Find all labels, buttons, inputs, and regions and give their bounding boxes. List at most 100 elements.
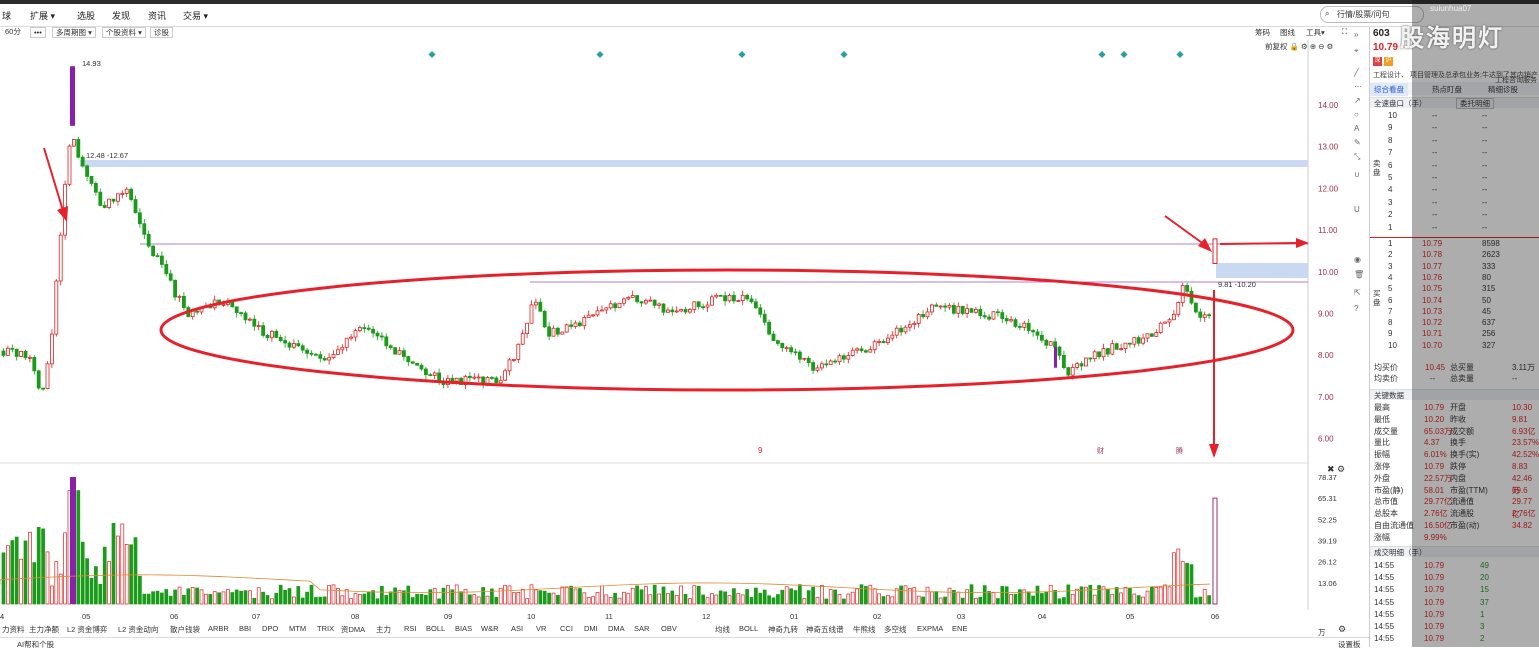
eye-icon[interactable]: ◉ — [1354, 255, 1361, 264]
indicator-tab[interactable]: CCI — [560, 624, 573, 633]
circle-tool-icon[interactable]: ○ — [1354, 110, 1359, 119]
indicator-tab[interactable]: 散户钱袋 — [170, 624, 200, 635]
volume-bar — [850, 591, 855, 605]
tools-button[interactable]: 工具▾ — [1306, 27, 1325, 38]
ai-helper-link[interactable]: AI帮和个股 — [17, 639, 54, 650]
menu-item-stock-select[interactable]: 选股 — [77, 9, 95, 22]
indicator-tab[interactable]: 神奇五线谱 — [806, 624, 844, 635]
indicator-tab[interactable]: ENE — [952, 624, 967, 633]
indicator-tab[interactable]: L2 资金动向 — [118, 624, 158, 635]
volume-bar — [622, 591, 626, 605]
indicator-tab[interactable]: 主力净额 — [29, 624, 59, 635]
candle-body — [947, 304, 952, 308]
indicator-tab[interactable]: OBV — [661, 624, 677, 633]
pen-tool-icon[interactable]: ✎ — [1354, 138, 1361, 147]
period-selector[interactable]: 60分 — [2, 27, 24, 38]
tab-hot[interactable]: 热点盯盘 — [1428, 83, 1466, 96]
indicator-tab[interactable]: VR — [536, 624, 546, 633]
volume-tick: 26.12 — [1318, 558, 1337, 567]
settings-icon[interactable]: ⚙ — [1301, 42, 1308, 51]
expand-icon[interactable]: ⛶ — [1342, 27, 1347, 37]
arrow-horizontal — [1219, 242, 1299, 245]
indicator-tab[interactable]: DMI — [584, 624, 598, 633]
indicator-tab[interactable]: BBI — [239, 624, 251, 633]
share-icon[interactable]: ⇱ — [1354, 288, 1361, 297]
graph-line-button[interactable]: 图线 — [1280, 27, 1295, 38]
indicator-tab[interactable]: DMA — [608, 624, 625, 633]
indicator-tab[interactable]: 多空线 — [884, 624, 907, 635]
tab-overview[interactable]: 综合看盘 — [1370, 83, 1408, 96]
candle-body — [349, 336, 354, 339]
indicator-tab[interactable]: EXPMA — [917, 624, 943, 633]
stock-info-button[interactable]: 个股资料 ▾ — [102, 27, 146, 38]
candle-body — [265, 335, 270, 339]
indicator-tab[interactable]: 资DMA — [341, 624, 365, 635]
volume-bar — [23, 540, 28, 605]
candle-body — [1066, 367, 1071, 376]
candle-body — [1062, 354, 1066, 368]
indicator-tab[interactable]: TRIX — [317, 624, 334, 633]
indicator-tab[interactable]: 主力 — [376, 624, 391, 635]
indicator-tab[interactable]: BIAS — [455, 624, 472, 633]
ray-tool-icon[interactable]: ↗ — [1354, 96, 1361, 105]
candle-body — [415, 362, 420, 366]
indicator-tab[interactable]: 均线 — [715, 624, 730, 635]
chips-button[interactable]: 筹码 — [1255, 27, 1270, 38]
volume-bar — [472, 594, 477, 605]
indicator-tab[interactable]: ARBR — [208, 624, 229, 633]
indicator-tab[interactable]: DPO — [262, 624, 278, 633]
menu-item-discover[interactable]: 发现 — [112, 9, 130, 22]
indicator-tab[interactable]: BOLL — [739, 624, 758, 633]
volume-bar — [494, 596, 499, 605]
volume-bar — [974, 597, 978, 605]
menu-item-trade[interactable]: 交易 ▾ — [183, 9, 208, 22]
indicator-tab[interactable]: RSI — [404, 624, 417, 633]
zoom-in-icon[interactable]: ⊕ — [1310, 42, 1316, 51]
volume-bar — [80, 541, 85, 605]
candle-body — [560, 331, 565, 335]
magnet-icon[interactable]: ∪ — [1354, 170, 1360, 179]
magnet-active-icon[interactable]: U — [1354, 205, 1360, 214]
menu-item-news[interactable]: 资讯 — [148, 9, 166, 22]
zoom-out-icon[interactable]: ⊖ — [1318, 42, 1324, 51]
text-tool-icon[interactable]: A — [1354, 124, 1359, 133]
indicator-tab[interactable]: BOLL — [426, 624, 445, 633]
diagnose-button[interactable]: 诊股 — [150, 27, 173, 38]
indicator-tab[interactable]: SAR — [634, 624, 649, 633]
volume-bar — [32, 562, 37, 605]
indicator-tab[interactable]: W&R — [481, 624, 499, 633]
pin-icon[interactable]: ⌖ — [1354, 46, 1359, 56]
lock-icon[interactable]: 🔒 — [1290, 42, 1299, 51]
gear-icon[interactable]: ⚙ — [1327, 42, 1334, 51]
volume-bar — [899, 585, 903, 605]
collapse-icon[interactable]: » — [1354, 30, 1358, 39]
indicator-tab[interactable]: 神奇九转 — [768, 624, 798, 635]
menu-item-extend[interactable]: 扩展 ▾ — [30, 9, 55, 22]
line-tool-icon[interactable]: ╱ — [1354, 68, 1359, 77]
indicator-tab[interactable]: 牛熊线 — [853, 624, 876, 635]
kline-chart[interactable]: 14.00 13.00 12.00 11.00 10.00 9.00 8.00 7.00 6.0… — [0, 0, 1369, 647]
candle-body — [230, 302, 235, 308]
volume-bar — [1194, 597, 1198, 605]
multi-period-button[interactable]: 多周期图 ▾ — [52, 27, 96, 38]
indicator-settings-icon[interactable]: ⚙ — [1338, 624, 1346, 635]
trash-icon[interactable]: 🗑 — [1354, 270, 1364, 279]
candle-body — [366, 327, 371, 330]
indicator-tab[interactable]: 力资料 — [2, 624, 25, 635]
indicator-tab[interactable]: L2 资金博弈 — [67, 624, 107, 635]
volume-bar — [230, 592, 235, 605]
hline-tool-icon[interactable]: ⋯ — [1354, 82, 1362, 91]
volume-bar — [1013, 593, 1018, 605]
settings-panel-link[interactable]: 设置板 — [1338, 639, 1361, 650]
month-label: 11 — [605, 612, 613, 621]
menu-item[interactable]: 球 — [2, 9, 11, 22]
measure-tool-icon[interactable]: ⤡ — [1354, 152, 1360, 162]
indicator-tab[interactable]: ASI — [511, 624, 523, 633]
candle-body — [784, 347, 789, 350]
indicator-tab[interactable]: MTM — [289, 624, 306, 633]
fq-button[interactable]: 前复权 — [1265, 42, 1288, 51]
help-icon[interactable]: ? — [1354, 304, 1358, 313]
more-button[interactable]: ••• — [30, 27, 46, 38]
sell-row: 8 -- -- — [1388, 135, 1488, 145]
order-detail-button[interactable]: 委托明细 — [1456, 98, 1494, 109]
